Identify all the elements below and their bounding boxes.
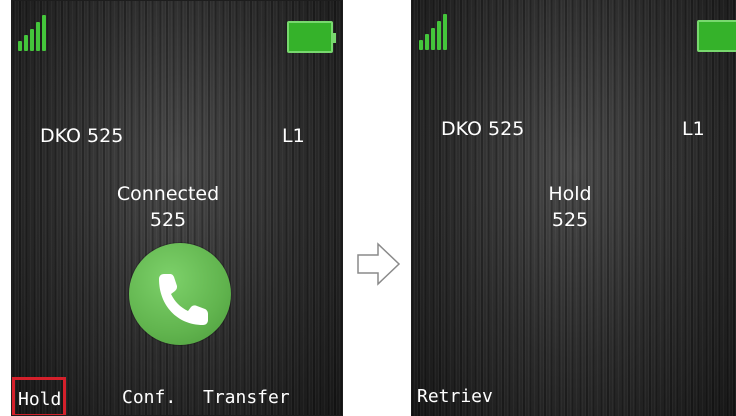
phone-connected-icon [129,243,231,345]
call-status: Connected [116,183,220,205]
retrieve-softkey[interactable]: Retriev [417,386,493,407]
signal-strength-icon [18,15,46,51]
battery-full-icon [287,21,336,53]
call-number: 525 [551,209,589,231]
phone-screen-connected: DKO 525 L1 Connected 525 Hold Conf. Tran… [11,0,343,416]
right-arrow-icon [357,242,401,286]
line-name: DKO 525 [40,125,124,147]
signal-strength-icon [419,14,447,50]
line-id: L1 [282,125,305,147]
phone-screen-hold: DKO 525 L1 Hold 525 Retriev [411,0,736,416]
line-name: DKO 525 [441,118,525,140]
conf-softkey[interactable]: Conf. [122,387,176,408]
battery-full-icon [697,20,736,52]
transfer-softkey[interactable]: Transfer [203,387,290,408]
line-id: L1 [682,118,705,140]
hold-softkey[interactable]: Hold [12,377,66,415]
call-status: Hold [548,183,592,205]
call-number: 525 [149,209,187,231]
